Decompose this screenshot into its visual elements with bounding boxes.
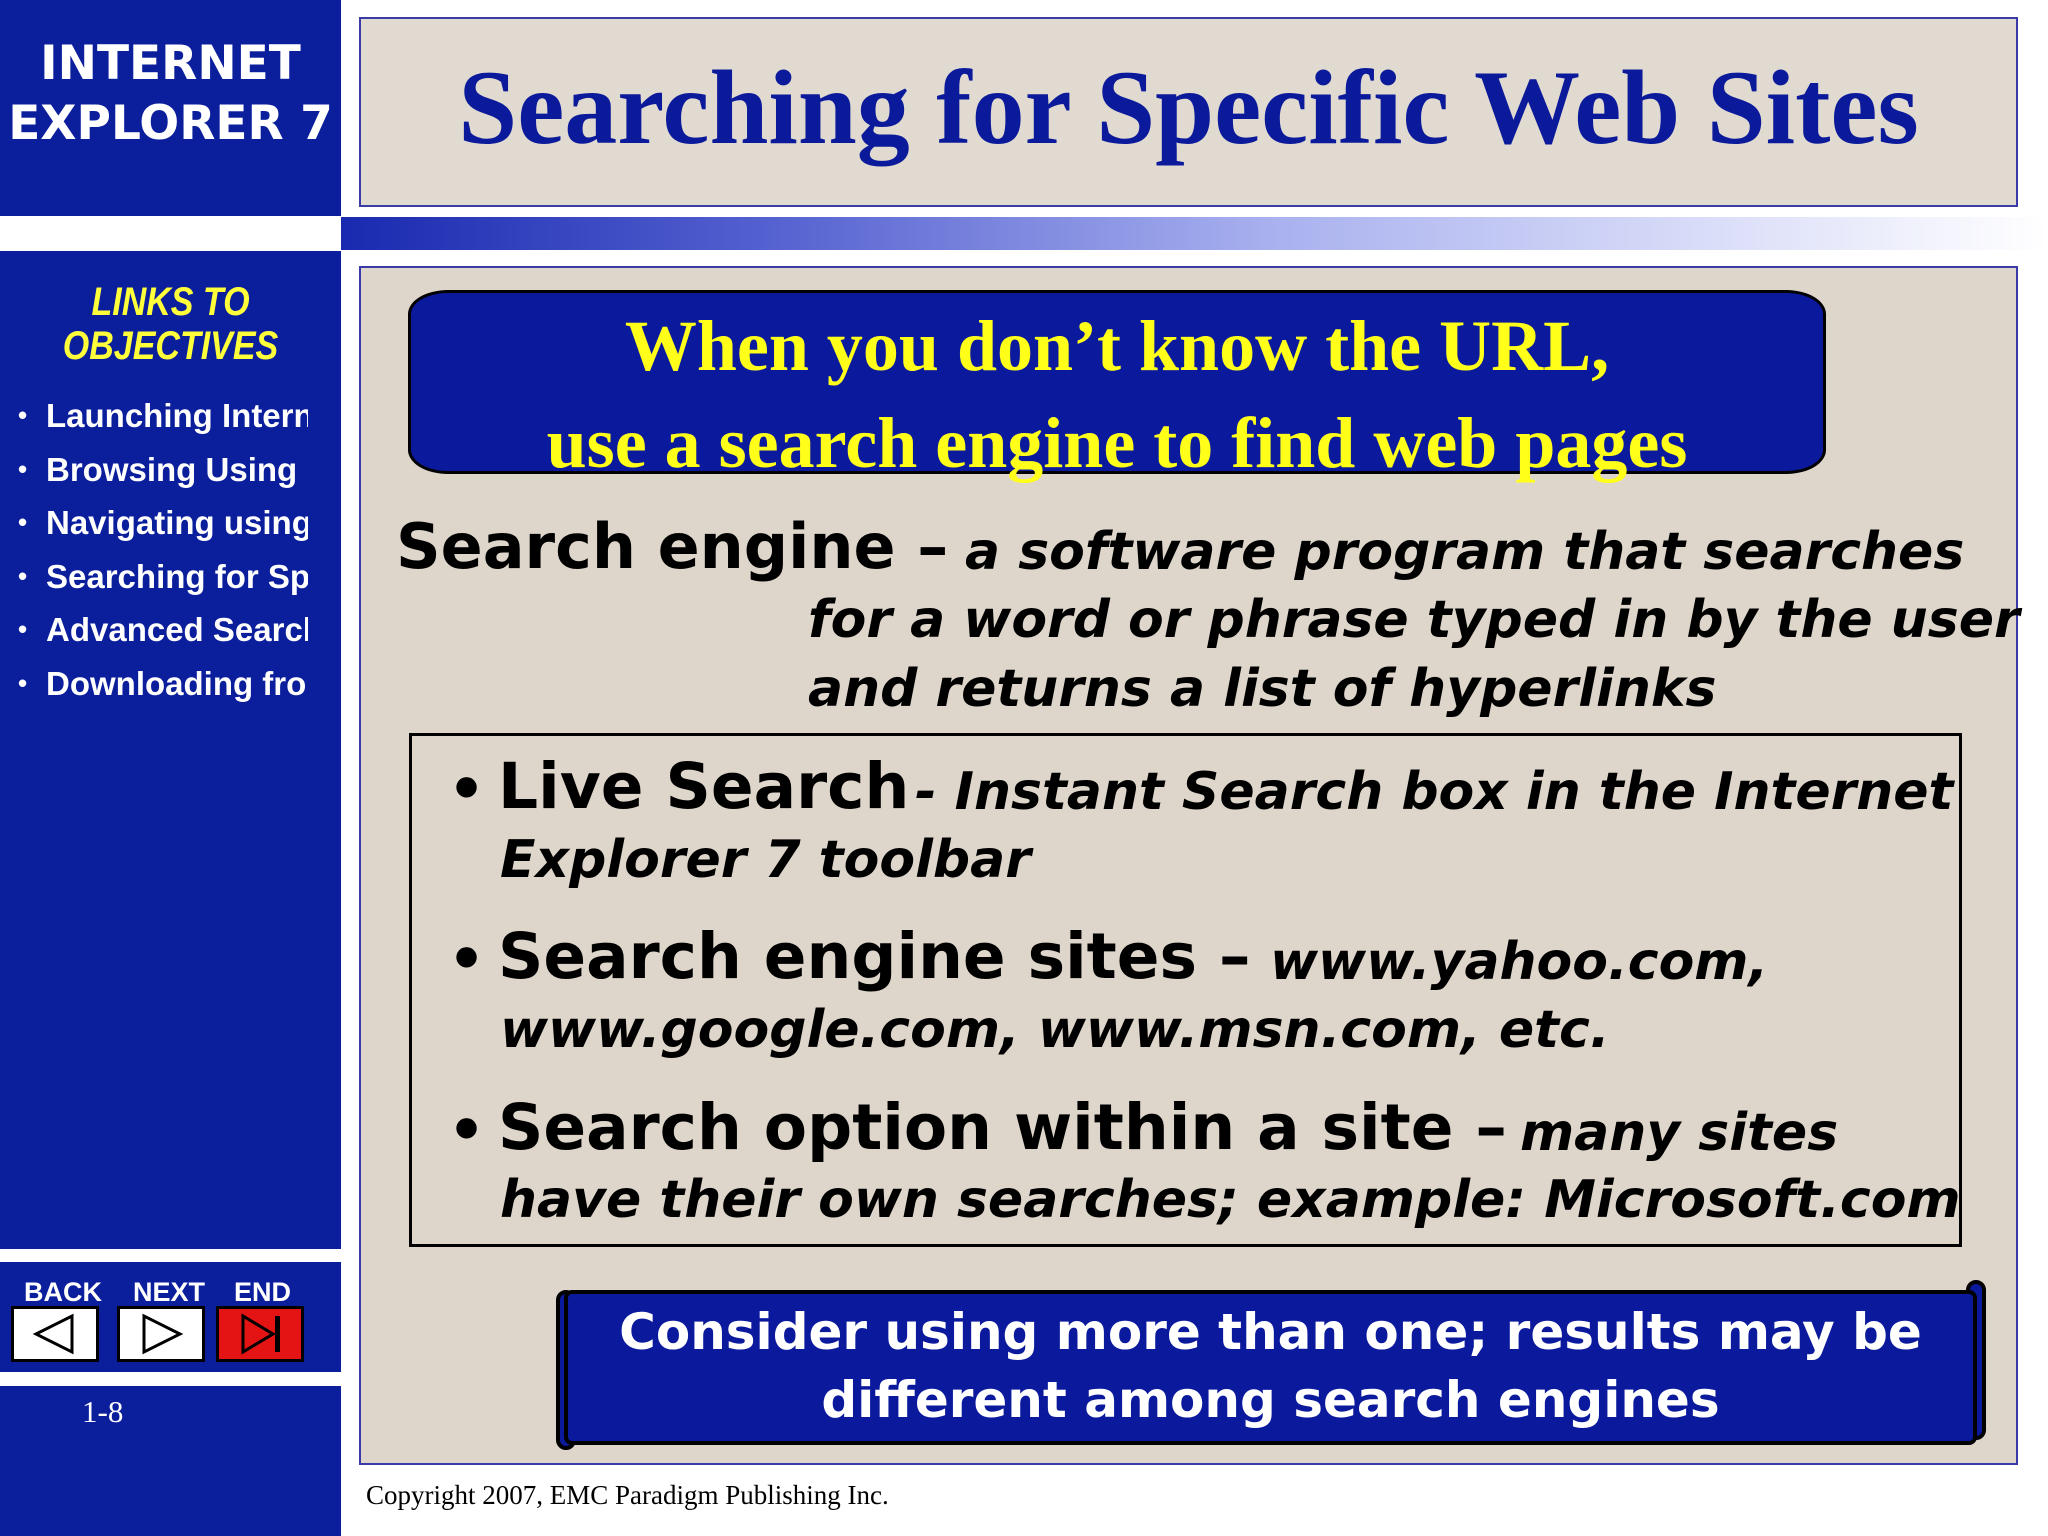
tip-line2: different among search engines — [821, 1371, 1720, 1429]
next-label: NEXT — [133, 1277, 206, 1307]
copyright-notice: Copyright 2007, EMC Paradigm Publishing … — [366, 1480, 889, 1510]
tip-line1: Consider using more than one; results ma… — [619, 1303, 1922, 1361]
banner-line1: When you don’t know the URL, — [624, 306, 1610, 386]
bullet-icon: • — [18, 614, 28, 644]
bullet-site-search-desc2: have their own searches; example: Micros… — [500, 1170, 1961, 1230]
bullet-live-search-desc1: - Instant Search box in the Internet — [915, 762, 1954, 822]
bullet-icon: • — [18, 667, 28, 698]
bullet-icon: • — [448, 925, 486, 993]
bullet-search-sites-desc2: www.google.com, www.msn.com, etc. — [500, 1000, 1610, 1060]
page-number-panel — [0, 1386, 341, 1536]
objective-label: Advanced Searche — [46, 611, 308, 648]
objectives-list: • Launching Interne • Browsing Using UI • N… — [18, 393, 308, 714]
definition-term: Search engine – — [396, 510, 949, 583]
objective-link-searching[interactable]: • Searching for Spec — [18, 554, 308, 608]
tip-scroll-text: Consider using more than one; results ma… — [564, 1298, 1977, 1434]
objective-link-downloading[interactable]: • Downloading from — [18, 661, 308, 715]
back-button[interactable] — [11, 1306, 99, 1362]
end-label: END — [234, 1277, 292, 1307]
bullet-live-search-desc2: Explorer 7 toolbar — [500, 830, 1031, 890]
definition-line2: for a word or phrase typed in by the use… — [808, 590, 2020, 650]
page-number: 1-8 — [82, 1394, 124, 1429]
app-title-line2: EXPLORER 7 — [8, 96, 333, 151]
bullet-icon: • — [448, 755, 486, 823]
bullet-icon: • — [18, 400, 28, 430]
bullet-search-sites-title: Search engine sites – — [498, 920, 1251, 993]
bullet-icon: • — [18, 560, 28, 591]
app-title-block: INTERNET EXPLORER 7 — [0, 0, 341, 216]
links-heading: LINKS TO OBJECTIVES — [26, 280, 316, 368]
bullet-icon: • — [448, 1096, 486, 1164]
bullet-site-search-desc1: many sites — [1520, 1103, 1839, 1163]
bullet-icon: • — [18, 507, 28, 537]
objective-label: Searching for Spec — [46, 557, 308, 595]
definition-line3: and returns a list of hyperlinks — [808, 659, 1717, 719]
objective-label: Launching Interne — [46, 397, 308, 434]
bullet-live-search-title: Live Search — [498, 750, 910, 823]
bullet-search-sites-desc1: www.yahoo.com, — [1270, 932, 1769, 992]
objective-link-navigating[interactable]: • Navigating using h — [18, 500, 308, 554]
headline-banner-text: When you don’t know the URL, use a searc… — [408, 298, 1826, 492]
back-label: BACK — [24, 1277, 102, 1307]
objective-link-launching[interactable]: • Launching Interne — [18, 393, 308, 447]
objective-label: Browsing Using UI — [46, 450, 308, 488]
objective-label: Navigating using h — [46, 504, 308, 541]
next-button[interactable] — [117, 1306, 205, 1362]
skip-to-end-icon — [241, 1313, 280, 1355]
links-heading-line1: LINKS TO — [91, 280, 250, 324]
app-title-line1: INTERNET — [40, 36, 301, 91]
triangle-left-icon — [32, 1313, 74, 1355]
banner-line2: use a search engine to find web pages — [546, 403, 1688, 483]
slide-title: Searching for Specific Web Sites — [458, 49, 1919, 166]
triangle-right-icon — [142, 1313, 184, 1355]
objective-link-advanced[interactable]: • Advanced Searche — [18, 607, 308, 661]
bullet-icon: • — [18, 453, 28, 484]
end-button[interactable] — [216, 1306, 304, 1362]
bullet-site-search-title: Search option within a site – — [498, 1091, 1507, 1164]
objective-label: Downloading from — [46, 664, 308, 702]
objective-link-browsing[interactable]: • Browsing Using UI — [18, 447, 308, 501]
definition-line1: a software program that searches — [965, 522, 1965, 582]
links-heading-line2: OBJECTIVES — [62, 324, 279, 368]
header-divider-bar — [341, 217, 2048, 250]
